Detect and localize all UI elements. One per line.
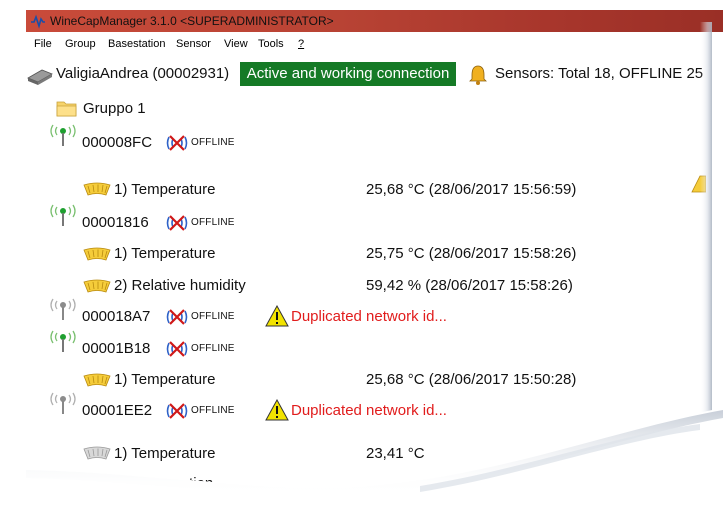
sensor-label[interactable]: 1) Temperature [114, 178, 215, 202]
menu-group[interactable]: Group [65, 34, 96, 54]
group-name[interactable]: Gruppo 1 [83, 97, 146, 121]
sensor-label[interactable]: 2) Relative humidity [114, 274, 246, 298]
disconnected-icon [166, 341, 188, 357]
disconnected-icon [166, 215, 188, 231]
warning-message: Duplicated network id... [291, 308, 447, 325]
app-window: WineCapManager 3.1.0 <SUPERADMINISTRATOR… [26, 10, 723, 514]
offline-label: OFFLINE [191, 217, 235, 228]
sensor-gray-icon [83, 446, 111, 460]
disconnected-icon [166, 135, 188, 151]
disconnected-icon [166, 403, 188, 419]
sensor-value: 25,75 °C (28/06/2017 15:58:26) [366, 245, 577, 262]
menu-view[interactable]: View [224, 34, 248, 54]
sensor-gray-icon [83, 478, 111, 492]
basestation-icon [27, 69, 53, 85]
connection-status-badge: Active and working connection [240, 62, 456, 86]
sensor-label[interactable]: 1) Temperature [114, 368, 215, 392]
sensor-yellow-icon [83, 279, 111, 293]
offline-label: OFFLINE [191, 405, 235, 416]
disconnected-icon [166, 309, 188, 325]
menu-sensor[interactable]: Sensor [176, 34, 211, 54]
menu-file[interactable]: File [34, 34, 52, 54]
menu-basestation[interactable]: Basestation [108, 34, 165, 54]
sensor-value: 25,68 °C (28/06/2017 15:56:59) [366, 181, 577, 198]
sensors-summary: Sensors: Total 18, OFFLINE 25 [495, 65, 704, 82]
offline-label: OFFLINE [191, 311, 235, 322]
antenna-gray-icon [50, 298, 76, 320]
device-id[interactable]: 00001816 [82, 211, 149, 235]
sensor-yellow-icon [83, 182, 111, 196]
window-title: WineCapManager 3.1.0 <SUPERADMINISTRATOR… [50, 14, 334, 28]
sensor-value: 59,42 % (28/06/2017 15:58:26) [366, 277, 573, 294]
warning-message: Duplicated network id... [291, 402, 447, 419]
offline-label: OFFLINE [191, 137, 235, 148]
title-bar[interactable]: WineCapManager 3.1.0 <SUPERADMINISTRATOR… [26, 10, 723, 32]
antenna-gray-icon [50, 392, 76, 414]
bell-icon [469, 65, 487, 85]
folder-icon [56, 101, 77, 117]
warning-icon [265, 305, 289, 327]
sensor-value: 25,68 °C (28/06/2017 15:50:28) [366, 371, 577, 388]
menu-help[interactable]: ? [298, 34, 304, 54]
menu-tools[interactable]: Tools [258, 34, 284, 54]
device-id[interactable]: 000018A7 [82, 305, 150, 329]
antenna-green-icon [50, 330, 76, 352]
waveform-app-icon [31, 14, 45, 29]
basestation-name[interactable]: ValigiaAndrea (00002931) [56, 62, 229, 86]
device-id[interactable]: 00001EE2 [82, 399, 152, 423]
sensor-label[interactable]: 1) Temperature [114, 242, 215, 266]
sensor-value: 23,41 °C [366, 445, 425, 462]
sensor-yellow-icon [83, 247, 111, 261]
offline-label: OFFLINE [191, 343, 235, 354]
sensor-label[interactable]: 2) Deformation [114, 472, 213, 496]
sensor-yellow-icon [83, 373, 111, 387]
warning-icon [265, 399, 289, 421]
device-id[interactable]: 00001B18 [82, 337, 150, 361]
sensor-yellow-icon [691, 175, 706, 193]
sensor-label[interactable]: 1) Temperature [114, 442, 215, 466]
antenna-green-icon [50, 124, 76, 146]
device-id[interactable]: 000008FC [82, 131, 152, 155]
antenna-green-icon [50, 204, 76, 226]
